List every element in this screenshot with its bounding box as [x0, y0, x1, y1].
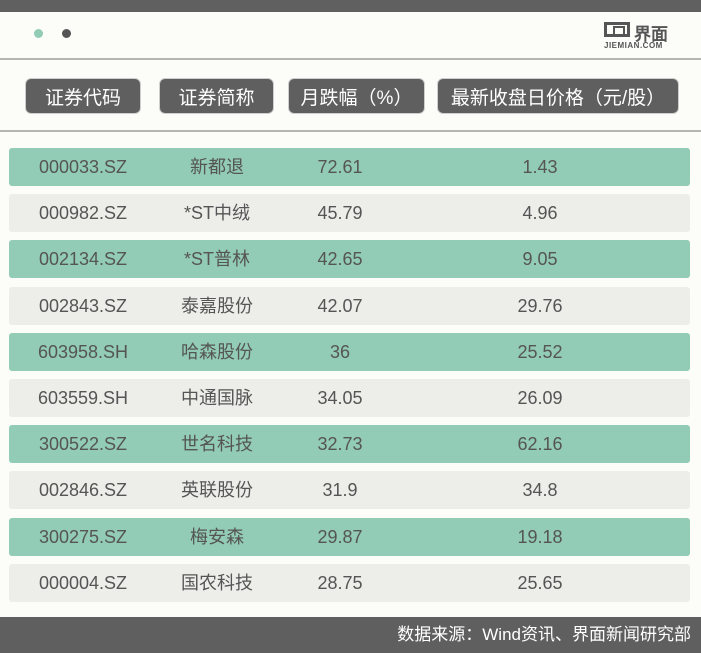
page-indicator-dot[interactable]	[62, 29, 71, 38]
cell-price: 9.05	[522, 249, 558, 270]
cell-price: 4.96	[522, 203, 558, 224]
cell-code: 300522.SZ	[38, 434, 128, 455]
cell-change: 72.61	[317, 157, 363, 177]
table-row: 300275.SZ 梅安森 29.87 19.18	[9, 517, 690, 556]
table-row: 300522.SZ 世名科技 32.73 62.16	[9, 425, 690, 464]
cell-code: 000004.SZ	[38, 572, 128, 593]
cell-code: 002843.SZ	[38, 295, 128, 316]
cell-name: 英联股份	[181, 480, 253, 501]
jiemian-logo: 界面 JIEMIAN.COM	[604, 20, 676, 52]
cell-price: 19.18	[517, 526, 563, 547]
logo-en: JIEMIAN.COM	[604, 41, 663, 50]
cell-price: 1.43	[522, 157, 558, 177]
table-row: 002846.SZ 英联股份 31.9 34.8	[9, 471, 690, 510]
cell-price: 26.09	[517, 388, 563, 408]
cell-code: 300275.SZ	[38, 526, 128, 547]
cell-change: 42.07	[317, 295, 363, 316]
cell-change: 34.05	[317, 388, 363, 408]
footer: 数据来源：Wind资讯、界面新闻研究部	[0, 617, 701, 653]
divider-top	[0, 58, 701, 60]
divider-header	[0, 130, 701, 132]
cell-change: 31.9	[322, 480, 358, 501]
cell-name: 泰嘉股份	[181, 295, 253, 316]
cell-price: 29.76	[517, 295, 563, 316]
cell-name: *ST普林	[183, 249, 251, 270]
top-bar	[0, 0, 701, 12]
cell-change: 28.75	[317, 572, 363, 593]
cell-name: 国农科技	[181, 572, 253, 593]
table-row: 000033.SZ 新都退 72.61 1.43	[9, 148, 690, 186]
cell-code: 603559.SH	[37, 388, 129, 408]
cell-code: 002134.SZ	[38, 249, 128, 270]
cell-change: 45.79	[317, 203, 363, 224]
cell-change: 29.87	[317, 526, 363, 547]
source-note: 数据来源：Wind资讯、界面新闻研究部	[397, 625, 691, 644]
cell-price: 34.8	[522, 480, 558, 501]
logo-mark-icon	[604, 22, 630, 37]
cell-code: 000982.SZ	[38, 203, 128, 224]
table-row: 002134.SZ *ST普林 42.65 9.05	[9, 240, 690, 279]
table-row: 000004.SZ 国农科技 28.75 25.65	[9, 563, 690, 602]
cell-code: 002846.SZ	[38, 480, 128, 501]
header-code: 证券代码	[25, 78, 141, 114]
header-price: 最新收盘日价格（元/股）	[437, 78, 679, 114]
header-change: 月跌幅（%）	[288, 78, 425, 114]
cell-code: 000033.SZ	[38, 157, 128, 177]
cell-name: 哈森股份	[181, 341, 253, 362]
table-row: 002843.SZ 泰嘉股份 42.07 29.76	[9, 286, 690, 325]
cell-change: 32.73	[317, 434, 363, 455]
cell-name: 世名科技	[181, 434, 253, 455]
cell-code: 603958.SH	[37, 341, 129, 362]
cell-name: 新都退	[190, 157, 244, 177]
cell-price: 25.65	[517, 572, 563, 593]
cell-name: 梅安森	[190, 526, 244, 547]
table-row: 603958.SH 哈森股份 36 25.52	[9, 332, 690, 371]
cell-name: 中通国脉	[181, 388, 253, 408]
cell-price: 62.16	[517, 434, 563, 455]
cell-name: *ST中绒	[183, 203, 251, 224]
cell-change: 42.65	[317, 249, 363, 270]
table-row: 603559.SH 中通国脉 34.05 26.09	[9, 379, 690, 417]
page: 界面 JIEMIAN.COM 证券代码 证券简称 月跌幅（%） 最新收盘日价格（…	[0, 0, 701, 653]
table-row: 000982.SZ *ST中绒 45.79 4.96	[9, 194, 690, 233]
page-indicator-dot-active[interactable]	[34, 29, 43, 38]
header-name: 证券简称	[159, 78, 274, 114]
cell-price: 25.52	[517, 341, 563, 362]
cell-change: 36	[329, 341, 351, 362]
